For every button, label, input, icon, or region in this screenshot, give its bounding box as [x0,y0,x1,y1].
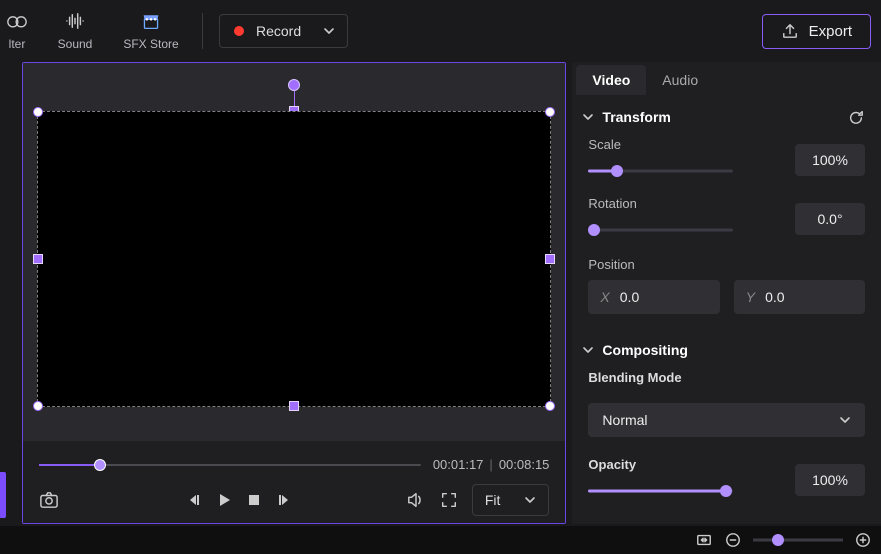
chevron-down-icon [839,414,851,426]
next-frame-button[interactable] [276,492,292,508]
opacity-value[interactable]: 100% [795,464,865,496]
fit-width-button[interactable] [695,532,713,548]
blending-label: Blending Mode [588,370,865,385]
timecode: 00:01:17|00:08:15 [433,457,550,472]
chevron-down-icon [524,494,536,506]
preview-canvas[interactable] [23,63,566,441]
filter-tool[interactable]: lter [0,1,34,61]
reset-transform-button[interactable] [847,109,865,125]
chevron-down-icon [582,111,594,123]
export-button[interactable]: Export [762,14,871,49]
preview-panel: 00:01:17|00:08:15 [22,62,567,524]
rotation-label: Rotation [588,196,779,211]
handle-bm[interactable] [289,401,299,411]
top-toolbar: lter Sound SFX Store Record Export [0,0,881,62]
sfx-store-label: SFX Store [123,37,178,51]
handle-tl[interactable] [33,107,43,117]
transform-section-header[interactable]: Transform [572,95,881,133]
record-icon [234,26,244,36]
position-x-prefix: X [600,289,609,305]
rotation-value[interactable]: 0.0° [795,203,865,235]
preview-controls: 00:01:17|00:08:15 [23,441,566,523]
tab-video[interactable]: Video [576,65,646,95]
blending-mode-select[interactable]: Normal [588,403,865,437]
zoom-slider[interactable] [753,533,843,547]
opacity-slider[interactable] [588,480,733,502]
position-y-value: 0.0 [765,289,784,305]
play-button[interactable] [216,492,232,508]
left-gutter [0,62,22,524]
properties-tabs: Video Audio [572,62,881,95]
sfx-store-tool[interactable]: SFX Store [116,1,186,61]
position-y-prefix: Y [746,289,755,305]
fullscreen-button[interactable] [440,491,458,509]
chevron-down-icon [582,344,594,356]
position-x-input[interactable]: X 0.0 [588,280,719,314]
sound-icon [64,11,86,31]
export-label: Export [809,23,852,40]
sound-label: Sound [58,37,93,51]
position-label: Position [588,257,865,272]
time-current: 00:01:17 [433,457,484,472]
handle-br[interactable] [545,401,555,411]
compositing-title: Compositing [602,342,688,358]
fit-select[interactable]: Fit [472,484,550,516]
volume-button[interactable] [406,491,426,509]
toolbar-divider [202,13,203,49]
speed-section-header[interactable]: Speed [572,516,881,524]
prev-frame-button[interactable] [186,492,202,508]
scale-label: Scale [588,137,779,152]
snapshot-button[interactable] [39,491,59,509]
selection-bounding-box[interactable] [37,111,552,407]
handle-ml[interactable] [33,254,43,264]
handle-tr[interactable] [545,107,555,117]
sound-tool[interactable]: Sound [40,1,110,61]
filter-icon [7,11,27,31]
zoom-out-button[interactable] [725,532,741,548]
position-y-input[interactable]: Y 0.0 [734,280,865,314]
export-icon [781,23,799,39]
fit-label: Fit [485,492,501,508]
chevron-down-icon [323,25,335,37]
position-x-value: 0.0 [620,289,639,305]
left-tab-handle[interactable] [0,472,6,518]
opacity-label: Opacity [588,457,779,472]
record-label: Record [256,23,301,39]
filter-label: lter [9,37,26,51]
main-row: 00:01:17|00:08:15 [0,62,881,524]
store-icon [141,11,161,31]
blending-value: Normal [602,412,647,428]
zoom-in-button[interactable] [855,532,871,548]
time-total: 00:08:15 [499,457,550,472]
scale-slider[interactable] [588,160,733,182]
rotation-slider[interactable] [588,219,733,241]
bottom-toolbar [0,526,881,554]
rotate-handle[interactable] [288,79,300,91]
handle-bl[interactable] [33,401,43,411]
scale-value[interactable]: 100% [795,144,865,176]
timeline-scrubber[interactable] [39,464,421,466]
tab-audio[interactable]: Audio [646,65,714,95]
record-button[interactable]: Record [219,14,348,48]
properties-panel: Video Audio Transform Scale [572,62,881,524]
handle-mr[interactable] [545,254,555,264]
stop-button[interactable] [246,492,262,508]
compositing-section-header[interactable]: Compositing [572,328,881,366]
transform-title: Transform [602,109,670,125]
